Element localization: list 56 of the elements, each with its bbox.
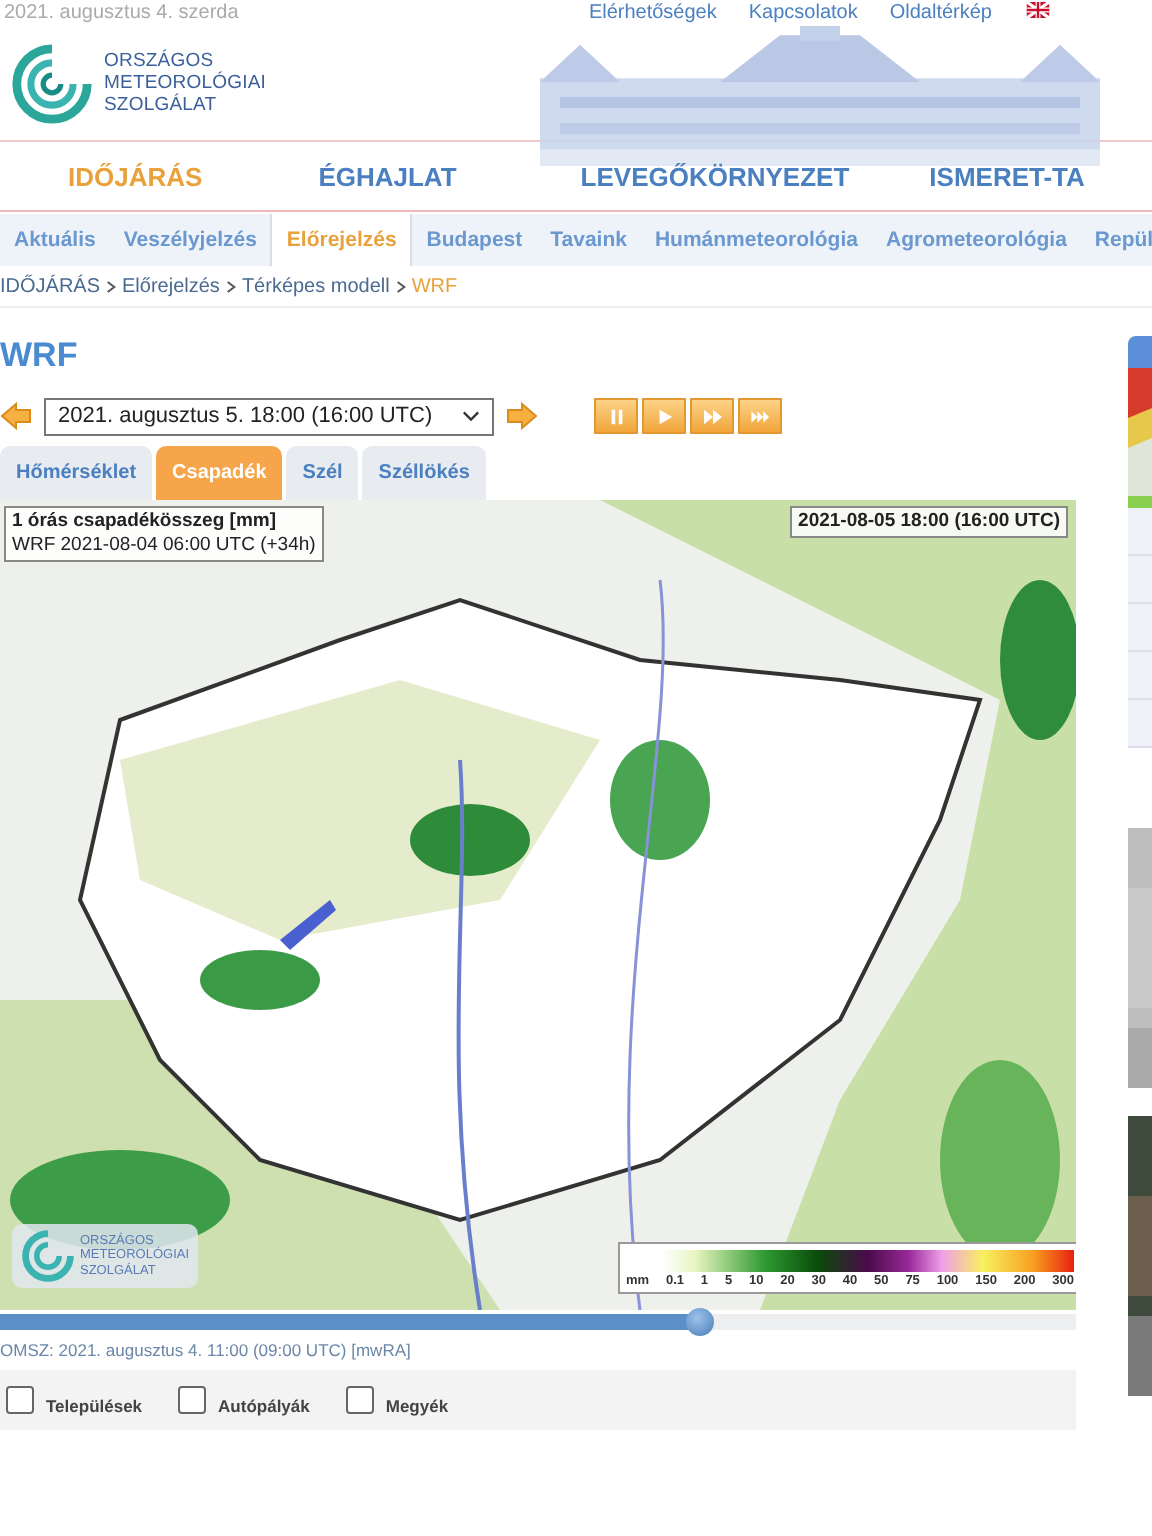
- breadcrumb-link[interactable]: IDŐJÁRÁS: [0, 275, 101, 297]
- sub-nav-item[interactable]: Aktuális: [0, 214, 110, 266]
- fast-forward-icon: [701, 407, 723, 425]
- main-nav-item[interactable]: IDŐJÁRÁS: [68, 161, 203, 191]
- sub-nav-item[interactable]: Veszélyjelzés: [109, 214, 271, 266]
- flag-icon[interactable]: [1024, 1, 1052, 17]
- fast-forward-button[interactable]: [690, 398, 734, 434]
- sub-nav-item[interactable]: Repül: [1080, 214, 1152, 266]
- next-arrow-icon[interactable]: [506, 402, 538, 430]
- caret-icon: [462, 410, 480, 422]
- header-link[interactable]: Oldaltérkép: [889, 1, 992, 25]
- logo-text: ORSZÁGOS METEOROLÓGIAI SZOLGÁLAT: [104, 50, 267, 116]
- breadcrumb-link[interactable]: Térképes modell: [241, 275, 390, 297]
- main-nav-item[interactable]: LEVEGŐKÖRNYEZET: [580, 161, 850, 191]
- chevron-icon: [395, 279, 406, 293]
- map-tab[interactable]: Csapadék: [156, 446, 283, 500]
- checkbox[interactable]: [6, 1386, 34, 1414]
- model-run-text: WRF 2021-08-04 06:00 UTC (+34h): [12, 534, 316, 558]
- source-link[interactable]: [mwRA]: [351, 1340, 411, 1360]
- map-title: 1 órás csapadékösszeg [mm]: [12, 510, 279, 534]
- date-text: 2021. augusztus 4. szerda: [2, 1, 239, 25]
- chevron-icon: [225, 279, 236, 293]
- slider-handle[interactable]: [685, 1308, 714, 1336]
- main-nav-item[interactable]: ÉGHAJLAT: [318, 161, 457, 191]
- time-select[interactable]: 2021. augusztus 5. 18:00 (16:00 UTC): [44, 397, 494, 435]
- map-tab[interactable]: Széllökés: [362, 446, 486, 500]
- triple-forward-icon: [749, 407, 771, 425]
- valid-time-label: 2021-08-05 18:00 (16:00 UTC): [790, 506, 1068, 538]
- previous-arrow-icon[interactable]: [0, 402, 32, 430]
- header-link[interactable]: Elérhetőségek: [588, 1, 717, 25]
- pause-button[interactable]: [594, 398, 638, 434]
- sub-nav-item[interactable]: Előrejelzés: [270, 214, 413, 266]
- source-text: OMSZ: 2021. augusztus 4. 11:00 (09:00 UTC): [0, 1340, 347, 1360]
- play-button[interactable]: [642, 398, 686, 434]
- checkbox-label: Autópályák: [218, 1396, 310, 1416]
- page-heading: WRF: [0, 336, 80, 376]
- sub-nav-item[interactable]: Humánmeteorológia: [640, 214, 872, 266]
- sub-nav-item[interactable]: Budapest: [412, 214, 537, 266]
- fastest-forward-button[interactable]: [738, 398, 782, 434]
- breadcrumb-link[interactable]: Előrejelzés: [122, 275, 220, 297]
- sub-nav-item[interactable]: Tavaink: [536, 214, 641, 266]
- panel-header[interactable]: [1128, 336, 1152, 368]
- map-tab[interactable]: Szél: [286, 446, 359, 500]
- checkbox-label: Települések: [46, 1396, 143, 1416]
- breadcrumb-link[interactable]: WRF: [411, 275, 458, 297]
- main-nav-item[interactable]: ISMERET-TA: [929, 161, 1085, 191]
- chevron-icon: [106, 279, 117, 293]
- checkbox[interactable]: [345, 1386, 374, 1414]
- header-link[interactable]: Kapcsolatok: [748, 1, 858, 25]
- logo-icon: [20, 1228, 76, 1284]
- checkbox-label: Megyék: [385, 1396, 449, 1416]
- sub-nav-item[interactable]: Agrometeorológia: [871, 214, 1081, 266]
- logo-icon[interactable]: [8, 39, 96, 127]
- checkbox[interactable]: [178, 1386, 207, 1414]
- timeline-slider[interactable]: [0, 1314, 1076, 1330]
- map-tab[interactable]: Hőmérséklet: [0, 446, 153, 500]
